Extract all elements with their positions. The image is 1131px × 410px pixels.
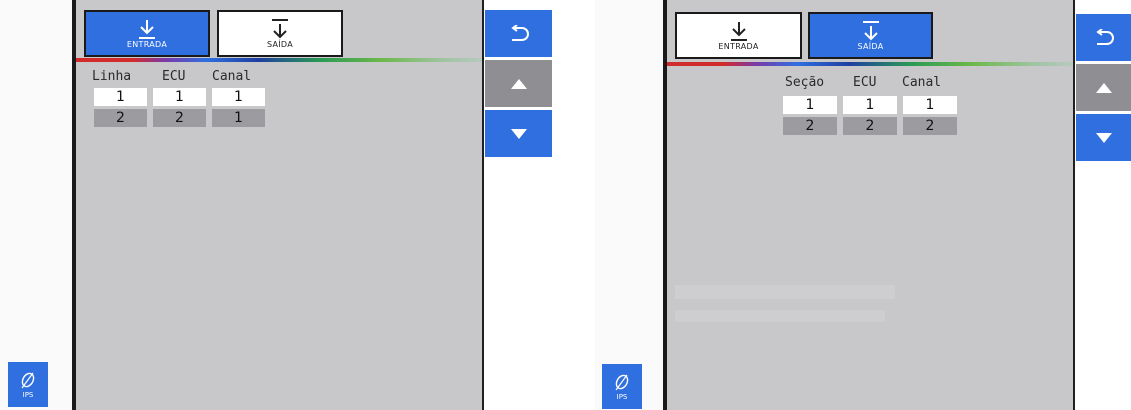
color-strip (76, 58, 482, 62)
faded-row (675, 285, 895, 299)
upload-arrow-icon (862, 20, 879, 40)
scroll-up-button[interactable] (485, 60, 552, 107)
table-cell[interactable]: 2 (94, 109, 147, 127)
right-sidebar (1073, 0, 1131, 410)
table-cell[interactable]: 1 (843, 96, 897, 114)
back-button[interactable] (1076, 14, 1131, 61)
column-header: Canal (902, 75, 942, 90)
scroll-up-button[interactable] (1076, 64, 1131, 111)
column-header: Linha (92, 69, 132, 84)
table-cell[interactable]: 1 (903, 96, 957, 114)
left-sidebar (0, 0, 72, 410)
table-cell[interactable]: 1 (153, 88, 206, 106)
tab-saida[interactable]: SAÍDA (808, 12, 933, 59)
back-icon (1095, 28, 1114, 45)
right-screen: ENTRADA SAÍDA Seção ECU Canal 1 1 1 2 2 … (595, 0, 1131, 410)
table-cell[interactable]: 1 (212, 88, 265, 106)
tab-saida-label: SAÍDA (266, 39, 294, 49)
chevron-up-icon (1095, 82, 1112, 93)
download-arrow-icon (139, 19, 155, 39)
table-cell[interactable]: 1 (783, 96, 837, 114)
column-header: ECU (162, 69, 186, 84)
scroll-down-button[interactable] (485, 110, 552, 157)
back-button[interactable] (485, 10, 552, 57)
download-arrow-icon (730, 21, 747, 41)
table-cell[interactable]: 2 (153, 109, 206, 127)
ips-button[interactable]: IPS (8, 362, 48, 407)
left-sidebar (595, 0, 663, 410)
scroll-down-button[interactable] (1076, 114, 1131, 161)
tab-entrada-label: ENTRADA (718, 41, 759, 51)
table-cell[interactable]: 2 (903, 117, 957, 135)
back-icon (510, 24, 529, 41)
tab-saida-label: SAÍDA (857, 41, 884, 51)
tab-entrada[interactable]: ENTRADA (675, 12, 802, 59)
ips-button[interactable]: IPS (602, 364, 642, 409)
chevron-up-icon (510, 78, 527, 89)
column-header: Canal (212, 69, 252, 84)
upload-arrow-icon (272, 18, 288, 38)
tab-entrada-label: ENTRADA (126, 39, 168, 49)
faded-row (675, 310, 885, 322)
column-header: ECU (853, 75, 877, 90)
tab-saida[interactable]: SAÍDA (217, 10, 343, 57)
column-header: Seção (785, 75, 825, 90)
table-cell[interactable]: 1 (212, 109, 265, 127)
tab-entrada[interactable]: ENTRADA (84, 10, 210, 57)
chevron-down-icon (1095, 132, 1112, 143)
table-cell[interactable]: 2 (843, 117, 897, 135)
color-strip (667, 62, 1073, 66)
table-cell[interactable]: 2 (783, 117, 837, 135)
leaf-icon (615, 374, 629, 390)
leaf-icon (21, 372, 35, 388)
ips-label: IPS (22, 390, 34, 399)
table-cell[interactable]: 1 (94, 88, 147, 106)
ips-label: IPS (616, 392, 628, 401)
chevron-down-icon (510, 128, 527, 139)
left-screen: ENTRADA SAÍDA Linha ECU Canal 1 1 1 2 2 … (0, 0, 560, 410)
